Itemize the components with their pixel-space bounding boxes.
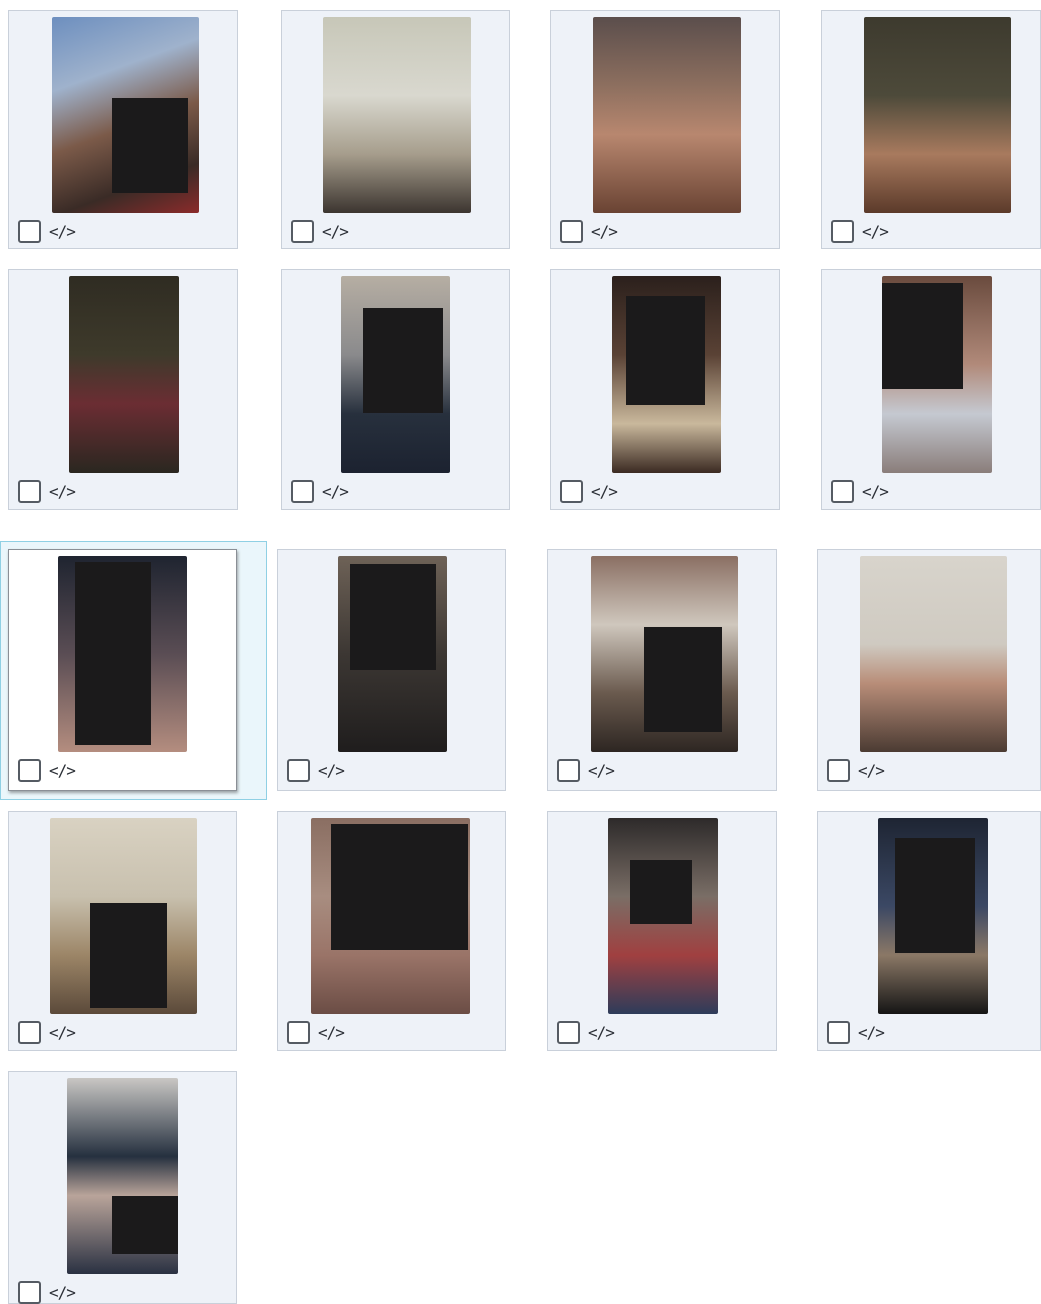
gallery-item[interactable]: </> xyxy=(8,549,237,791)
redaction-box xyxy=(90,903,167,1008)
select-checkbox[interactable] xyxy=(560,480,583,503)
gallery-item[interactable]: </> xyxy=(281,10,510,249)
select-checkbox[interactable] xyxy=(831,220,854,243)
gallery-item[interactable]: </> xyxy=(547,811,777,1051)
embed-code-icon[interactable]: </> xyxy=(588,759,615,782)
thumbnail-image[interactable] xyxy=(323,17,471,213)
select-checkbox[interactable] xyxy=(291,480,314,503)
redaction-box xyxy=(644,627,722,732)
gallery-item[interactable]: </> xyxy=(8,1071,237,1304)
gallery-item[interactable]: </> xyxy=(821,269,1041,510)
gallery-item[interactable]: </> xyxy=(281,269,510,510)
embed-code-icon[interactable]: </> xyxy=(49,759,76,782)
embed-code-icon[interactable]: </> xyxy=(49,1281,76,1304)
embed-code-icon[interactable]: </> xyxy=(591,480,618,503)
embed-code-icon[interactable]: </> xyxy=(862,480,889,503)
thumbnail-image[interactable] xyxy=(311,818,470,1014)
redaction-box xyxy=(895,838,975,953)
redaction-box xyxy=(75,562,151,745)
redaction-box xyxy=(331,824,468,950)
gallery-item[interactable]: </> xyxy=(277,549,506,791)
thumbnail-image[interactable] xyxy=(52,17,199,213)
redaction-box xyxy=(112,1196,178,1254)
thumbnail-image[interactable] xyxy=(882,276,992,473)
redaction-box xyxy=(630,860,692,924)
embed-code-icon[interactable]: </> xyxy=(322,480,349,503)
gallery-item[interactable]: </> xyxy=(817,811,1041,1051)
gallery-item[interactable]: </> xyxy=(8,10,238,249)
select-checkbox[interactable] xyxy=(827,1021,850,1044)
thumbnail-image[interactable] xyxy=(878,818,988,1014)
thumbnail-image[interactable] xyxy=(338,556,447,752)
image-gallery-grid: </> </> </> </> </> </> </> </> </> </> </> </> </> <… xyxy=(0,0,1041,1304)
select-checkbox[interactable] xyxy=(18,759,41,782)
thumbnail-image[interactable] xyxy=(69,276,179,473)
thumbnail-image[interactable] xyxy=(341,276,450,473)
select-checkbox[interactable] xyxy=(827,759,850,782)
gallery-item[interactable]: </> xyxy=(550,10,780,249)
select-checkbox[interactable] xyxy=(557,759,580,782)
gallery-item[interactable]: </> xyxy=(8,269,238,510)
select-checkbox[interactable] xyxy=(18,480,41,503)
thumbnail-image[interactable] xyxy=(864,17,1011,213)
select-checkbox[interactable] xyxy=(557,1021,580,1044)
thumbnail-image[interactable] xyxy=(591,556,738,752)
thumbnail-image[interactable] xyxy=(608,818,718,1014)
thumbnail-image[interactable] xyxy=(612,276,721,473)
select-checkbox[interactable] xyxy=(287,1021,310,1044)
gallery-item[interactable]: </> xyxy=(277,811,506,1051)
embed-code-icon[interactable]: </> xyxy=(49,1021,76,1044)
embed-code-icon[interactable]: </> xyxy=(862,220,889,243)
select-checkbox[interactable] xyxy=(18,1281,41,1304)
embed-code-icon[interactable]: </> xyxy=(318,759,345,782)
select-checkbox[interactable] xyxy=(18,220,41,243)
embed-code-icon[interactable]: </> xyxy=(49,220,76,243)
redaction-box xyxy=(626,296,705,405)
embed-code-icon[interactable]: </> xyxy=(858,759,885,782)
gallery-item[interactable]: </> xyxy=(550,269,780,510)
thumbnail-image[interactable] xyxy=(50,818,197,1014)
gallery-item[interactable]: </> xyxy=(817,549,1041,791)
gallery-item[interactable]: </> xyxy=(8,811,237,1051)
select-checkbox[interactable] xyxy=(560,220,583,243)
thumbnail-image[interactable] xyxy=(860,556,1007,752)
redaction-box xyxy=(882,283,963,389)
embed-code-icon[interactable]: </> xyxy=(858,1021,885,1044)
redaction-box xyxy=(350,564,436,670)
embed-code-icon[interactable]: </> xyxy=(318,1021,345,1044)
redaction-box xyxy=(112,98,188,193)
select-checkbox[interactable] xyxy=(287,759,310,782)
select-checkbox[interactable] xyxy=(831,480,854,503)
embed-code-icon[interactable]: </> xyxy=(322,220,349,243)
thumbnail-image[interactable] xyxy=(593,17,741,213)
embed-code-icon[interactable]: </> xyxy=(591,220,618,243)
gallery-item[interactable]: </> xyxy=(821,10,1041,249)
thumbnail-image[interactable] xyxy=(58,556,187,752)
redaction-box xyxy=(363,308,443,413)
select-checkbox[interactable] xyxy=(18,1021,41,1044)
embed-code-icon[interactable]: </> xyxy=(588,1021,615,1044)
gallery-item[interactable]: </> xyxy=(547,549,777,791)
thumbnail-image[interactable] xyxy=(67,1078,178,1274)
embed-code-icon[interactable]: </> xyxy=(49,480,76,503)
select-checkbox[interactable] xyxy=(291,220,314,243)
